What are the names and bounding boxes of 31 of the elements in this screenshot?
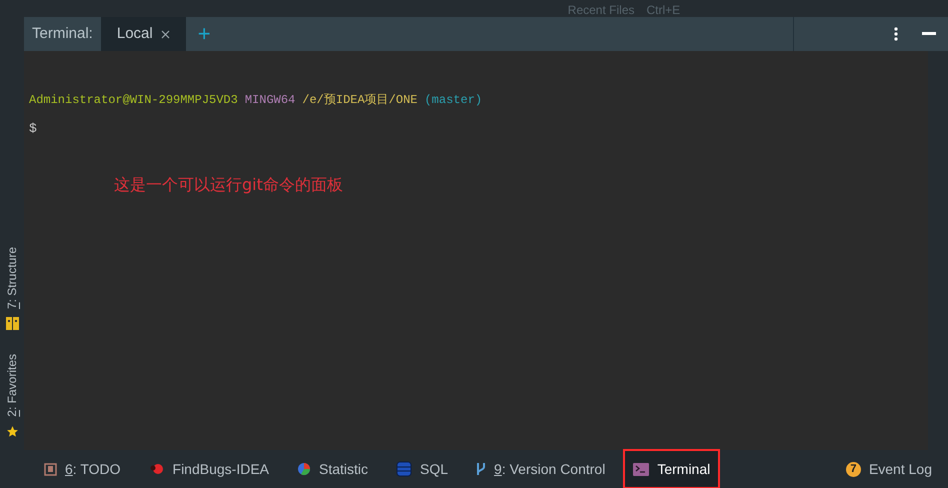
minimize-icon[interactable] [922,32,936,36]
checklist-icon [44,462,57,476]
bottom-tool-tab[interactable]: Terminal [625,451,718,487]
bug-icon [148,462,165,476]
event-log-button[interactable]: 7 Event Log [846,458,932,480]
prompt-dollar: $ [29,121,37,136]
close-icon[interactable] [160,30,170,38]
bottom-tool-tab[interactable]: 9: Version Control [468,451,614,487]
structure-icon [6,317,18,330]
prompt-text: MINGW64 [244,92,296,109]
side-tool-tab[interactable]: 2: Favorites [3,354,21,438]
shortcut-text: Ctrl+E [646,3,680,17]
bottom-tool-tab[interactable]: 6: TODO [36,451,129,487]
pie-chart-icon [297,462,311,476]
bottom-tool-tab[interactable]: SQL [388,451,456,487]
session-tab[interactable]: Local [100,17,186,51]
branch-icon [476,462,486,476]
terminal-icon [633,462,650,476]
prompt-text: Administrator@WIN-299MMPJ5VD3 [29,92,238,109]
star-icon [6,425,18,438]
recent-files-title: Recent Files [568,3,634,17]
more-options-icon[interactable] [894,27,898,41]
database-icon [396,460,412,478]
prompt-text: /e/预IDEA项目/ONE [302,92,418,109]
bottom-tool-tab[interactable]: FindBugs-IDEA [140,451,277,487]
bottom-tool-tab[interactable]: Statistic [289,451,376,487]
side-tool-tab[interactable]: 7: Structure [3,247,21,330]
tool-window-title: Terminal: [31,24,94,44]
notification-badge: 7 [846,462,861,476]
prompt-text: (master) [424,92,482,109]
annotation-text: 这是一个可以运行git命令的面板 [114,174,343,194]
